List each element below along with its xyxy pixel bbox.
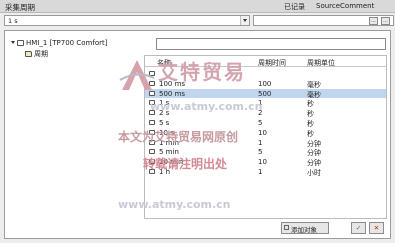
table-row[interactable]: 500 ms 500 毫秒 — [145, 88, 386, 99]
table-row[interactable]: 10 s 10 秒 — [145, 128, 386, 138]
cycle-icon — [149, 139, 155, 145]
table-row[interactable]: 1 min 1 分钟 — [145, 138, 386, 148]
folder-icon — [25, 51, 32, 57]
cycle-icon — [149, 119, 155, 125]
tree-node-hmi-label: HMI_1 [TP700 Comfort] — [26, 39, 108, 47]
property-row: 1 s ... ... — [0, 15, 395, 28]
hmi-device-icon — [17, 40, 24, 46]
tree-node-cycles-label: 周期 — [34, 50, 48, 58]
add-object-icon — [284, 225, 289, 230]
table-row[interactable]: 2 s2秒 — [145, 108, 386, 118]
add-object-button[interactable]: 添加对象 — [281, 222, 329, 234]
cell-unit: 小时 — [307, 168, 321, 177]
table-row[interactable]: 5 s5秒 — [145, 118, 386, 128]
cycle-icon — [149, 100, 155, 106]
more-button[interactable]: ... — [381, 17, 390, 25]
cell-time: 500 — [258, 89, 272, 98]
cycle-icon — [149, 71, 155, 76]
cell-time: 100 — [258, 79, 272, 88]
column-header-unit[interactable]: 周期单位 — [307, 58, 335, 68]
cycle-dropdown-value: 1 s — [8, 17, 18, 25]
source-comment: SourceComment — [316, 2, 375, 10]
cycle-icon — [149, 149, 155, 155]
source-comment-field[interactable]: ... ... — [253, 15, 394, 26]
cell-time: 5 — [258, 148, 263, 157]
table-row[interactable]: 5 min 5 分钟 — [145, 147, 386, 157]
cycle-icon — [149, 110, 155, 116]
cell-name: 1 h — [159, 167, 171, 176]
cell-time: 10 — [258, 158, 267, 167]
table-body: 100 ms 100 毫秒 500 ms 500 毫秒 1 s1秒2 s2秒5 s 5 秒 10 … — [145, 69, 386, 177]
column-header-time[interactable]: 周期时间 — [258, 58, 286, 68]
watermark-logo-text: 艾特贸易 — [158, 60, 246, 84]
cell-name: 5 min — [159, 148, 179, 157]
cycle-icon — [149, 159, 155, 165]
ok-button[interactable]: ✓ — [351, 222, 366, 234]
records-label: 已记录 — [284, 3, 305, 11]
chevron-down-icon[interactable] — [240, 16, 249, 25]
cell-name: 1 min — [159, 138, 179, 147]
cell-time: 10 — [258, 128, 267, 137]
window-header: 采集周期 已记录 SourceComment — [0, 0, 395, 13]
cell-time: 5 — [258, 118, 263, 127]
cell-name: 2 s — [159, 109, 170, 118]
cell-time: 1 — [258, 138, 263, 147]
cancel-button[interactable]: ✕ — [369, 222, 384, 234]
cell-name: 500 ms — [159, 89, 186, 98]
cycle-icon — [149, 168, 155, 174]
cycle-icon — [149, 90, 155, 96]
cycle-dropdown[interactable]: 1 s — [4, 15, 250, 26]
cell-time: 1 — [258, 99, 263, 108]
expand-icon[interactable] — [11, 41, 15, 44]
cell-name: 10 min — [159, 158, 184, 167]
tree-node-hmi[interactable]: HMI_1 [TP700 Comfort] — [11, 39, 107, 47]
table-row[interactable]: 10 min 10 分钟 — [145, 157, 386, 167]
cell-time: 2 — [258, 109, 263, 118]
cell-name: 5 s — [159, 118, 170, 127]
add-object-label: 添加对象 — [291, 226, 317, 234]
cell-name: 1 s — [159, 99, 170, 108]
window-title: 采集周期 — [5, 3, 35, 12]
tree-node-cycles[interactable]: 周期 — [25, 49, 48, 59]
table-row[interactable]: 1 s1秒 — [145, 98, 386, 108]
browse-button[interactable]: ... — [369, 17, 378, 25]
cell-name: 10 s — [159, 128, 174, 137]
cycle-icon — [149, 80, 155, 86]
cycle-icon — [149, 129, 155, 135]
search-input[interactable] — [156, 38, 386, 50]
table-row[interactable]: 1 h 1 小时 — [145, 167, 386, 177]
cell-time: 1 — [258, 167, 263, 176]
